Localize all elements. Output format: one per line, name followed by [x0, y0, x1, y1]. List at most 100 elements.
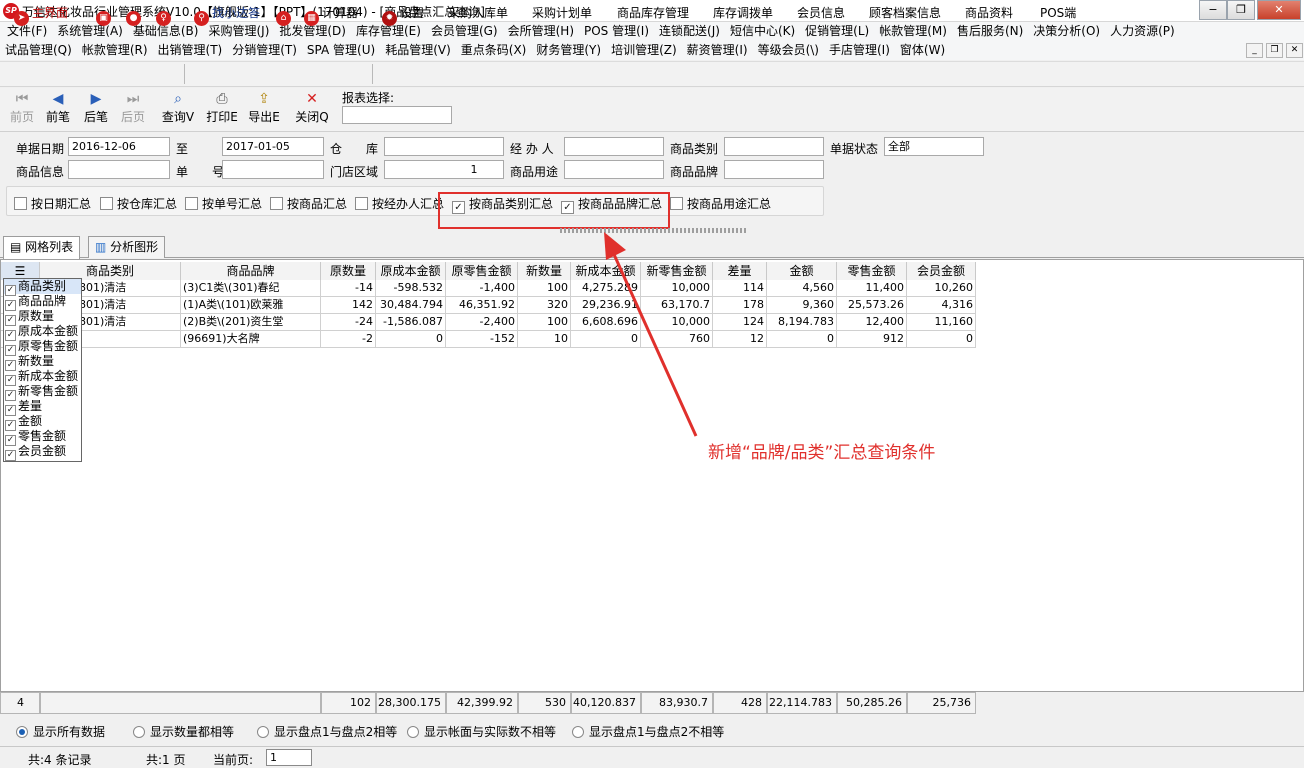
col-header-retail-amount[interactable]: 零售金额	[837, 262, 907, 280]
last-page-button[interactable]: ⏭ 后页	[115, 90, 151, 130]
column-toggle-new-retail[interactable]: ✓ 新零售金额	[4, 384, 81, 401]
col-header-diff[interactable]: 差量	[713, 262, 767, 280]
radio-count-not-equal[interactable]: 显示盘点1与盘点2不相等	[572, 723, 724, 740]
mdi-minimize-button[interactable]: _	[1246, 43, 1263, 58]
menu-chain[interactable]: 连锁配送(J)	[654, 22, 725, 41]
menu-hr[interactable]: 人力资源(P)	[1105, 22, 1180, 41]
column-toggle-retail-amount[interactable]: ✓ 零售金额	[4, 429, 81, 446]
column-toggle-diff[interactable]: ✓ 差量	[4, 399, 81, 416]
column-toggle-orig-cost[interactable]: ✓ 原成本金额	[4, 324, 81, 341]
radio-qty-equal[interactable]: 显示数量都相等	[133, 723, 234, 740]
link-purchase-plan[interactable]: 采购计划单	[532, 4, 592, 22]
tab-grid-list[interactable]: ▤ 网格列表	[3, 236, 81, 259]
menu-purchase[interactable]: 采购管理(J)	[203, 22, 274, 41]
lock-button[interactable]: ▣	[96, 4, 114, 26]
chat-button[interactable]: ●	[126, 4, 144, 26]
warehouse-input[interactable]	[384, 137, 504, 156]
group-by-date-checkbox[interactable]: 按日期汇总	[14, 197, 91, 211]
menu-hand-store[interactable]: 手店管理(I)	[824, 41, 895, 60]
column-toggle-orig-qty[interactable]: ✓ 原数量	[4, 309, 81, 326]
menu-distribution[interactable]: 分销管理(T)	[227, 41, 302, 60]
first-page-button[interactable]: ⏮ 前页	[4, 90, 40, 130]
menu-consumables[interactable]: 耗品管理(V)	[380, 41, 456, 60]
current-page-input[interactable]: 1	[266, 749, 312, 766]
menu-promo[interactable]: 促销管理(L)	[800, 22, 874, 41]
menu-accounts-2[interactable]: 帐款管理(R)	[77, 41, 153, 60]
menu-system[interactable]: 系统管理(A)	[52, 22, 128, 41]
query-button[interactable]: ⌕ 查询V	[160, 90, 196, 130]
brand-input[interactable]	[724, 160, 824, 179]
usage-input[interactable]	[564, 160, 664, 179]
col-header-brand[interactable]: 商品品牌	[181, 262, 321, 280]
menu-spa[interactable]: SPA 管理(U)	[302, 41, 380, 60]
menu-aftersale[interactable]: 售后服务(N)	[952, 22, 1028, 41]
restore-button[interactable]: ❐	[1227, 0, 1255, 20]
link-customer-files[interactable]: 顾客档案信息	[869, 4, 941, 22]
column-toggle-brand[interactable]: ✓ 商品品牌	[4, 294, 81, 311]
menu-club[interactable]: 会所管理(H)	[503, 22, 579, 41]
minimize-button[interactable]: −	[1199, 0, 1227, 20]
column-toggle-amount[interactable]: ✓ 金额	[4, 414, 81, 431]
link-purchase-in[interactable]: 采购入库单	[448, 4, 508, 22]
link-transfer[interactable]: 库存调拨单	[713, 4, 773, 22]
status-select[interactable]: 全部	[884, 137, 984, 156]
docno-input[interactable]	[222, 160, 324, 179]
menu-trial[interactable]: 试品管理(Q)	[0, 41, 77, 60]
mdi-close-button[interactable]: ✕	[1286, 43, 1303, 58]
column-toggle-new-cost[interactable]: ✓ 新成本金额	[4, 369, 81, 386]
radio-book-not-equal[interactable]: 显示帐面与实际数不相等	[407, 723, 556, 740]
prev-record-button[interactable]: ◀ 前笔	[40, 90, 76, 130]
column-toggle-category[interactable]: ✓ 商品类别	[4, 279, 81, 296]
group-by-docno-checkbox[interactable]: 按单号汇总	[185, 197, 262, 211]
calculator-link[interactable]: ▦ 计算器	[304, 4, 358, 26]
link-stock-manage[interactable]: 商品库存管理	[617, 4, 689, 22]
menu-window[interactable]: 窗体(W)	[895, 41, 950, 60]
export-button[interactable]: ⇪ 导出E	[246, 90, 282, 130]
radio-show-all[interactable]: 显示所有数据	[16, 723, 105, 740]
menu-file[interactable]: 文件(F)	[2, 22, 52, 41]
menu-decision[interactable]: 决策分析(O)	[1028, 22, 1105, 41]
menu-training[interactable]: 培训管理(Z)	[606, 41, 682, 60]
region-input[interactable]: 1	[384, 160, 504, 179]
goods-input[interactable]	[68, 160, 170, 179]
link-member-info[interactable]: 会员信息	[797, 4, 845, 22]
close-button[interactable]: ✕ 关闭Q	[294, 90, 330, 130]
next-record-button[interactable]: ▶ 后笔	[78, 90, 114, 130]
column-toggle-member-amount[interactable]: ✓ 会员金额	[4, 444, 81, 461]
menu-sms[interactable]: 短信中心(K)	[725, 22, 800, 41]
menu-finance[interactable]: 财务管理(Y)	[531, 41, 606, 60]
home-link[interactable]: ➤ 主界面	[14, 4, 68, 26]
col-header-orig-qty[interactable]: 原数量	[321, 262, 376, 280]
handler-input[interactable]	[564, 137, 664, 156]
tab-analysis-chart[interactable]: ▥ 分析图形	[88, 236, 166, 258]
date-to-input[interactable]: 2017-01-05	[222, 137, 324, 156]
menu-pos[interactable]: POS 管理(I)	[579, 22, 654, 41]
column-toggle-new-qty[interactable]: ✓ 新数量	[4, 354, 81, 371]
group-by-goods-checkbox[interactable]: 按商品汇总	[270, 197, 347, 211]
mdi-restore-button[interactable]: ❐	[1266, 43, 1283, 58]
link-pos[interactable]: POS端	[1040, 4, 1076, 22]
link-goods-data[interactable]: 商品资料	[965, 4, 1013, 22]
column-toggle-orig-retail[interactable]: ✓ 原零售金额	[4, 339, 81, 356]
group-by-warehouse-checkbox[interactable]: 按仓库汇总	[100, 197, 177, 211]
menu-salary[interactable]: 薪资管理(I)	[682, 41, 753, 60]
group-by-usage-checkbox[interactable]: 按商品用途汇总	[670, 197, 771, 211]
menu-barcode[interactable]: 重点条码(X)	[456, 41, 532, 60]
bulb-button[interactable]: ♀	[156, 4, 174, 26]
category-input[interactable]	[724, 137, 824, 156]
col-header-member-amount[interactable]: 会员金额	[907, 262, 976, 280]
home-button[interactable]: ⌂	[276, 4, 294, 26]
menu-sales-out[interactable]: 出销管理(T)	[153, 41, 228, 60]
close-window-button[interactable]: ✕	[1257, 0, 1301, 20]
find-assistant-link[interactable]: ⚲ 找小达答	[194, 4, 260, 26]
col-header-orig-cost[interactable]: 原成本金额	[376, 262, 446, 280]
report-select-dropdown[interactable]	[342, 106, 452, 124]
col-header-amount[interactable]: 金额	[767, 262, 837, 280]
col-header-orig-retail[interactable]: 原零售金额	[446, 262, 518, 280]
radio-count-equal[interactable]: 显示盘点1与盘点2相等	[257, 723, 397, 740]
menu-level-member[interactable]: 等级会员(\)	[753, 41, 824, 60]
settings-link[interactable]: ✹ 设置	[382, 4, 424, 26]
menu-member[interactable]: 会员管理(G)	[426, 22, 503, 41]
group-by-handler-checkbox[interactable]: 按经办人汇总	[355, 197, 444, 211]
print-button[interactable]: ⎙ 打印E	[204, 90, 240, 130]
